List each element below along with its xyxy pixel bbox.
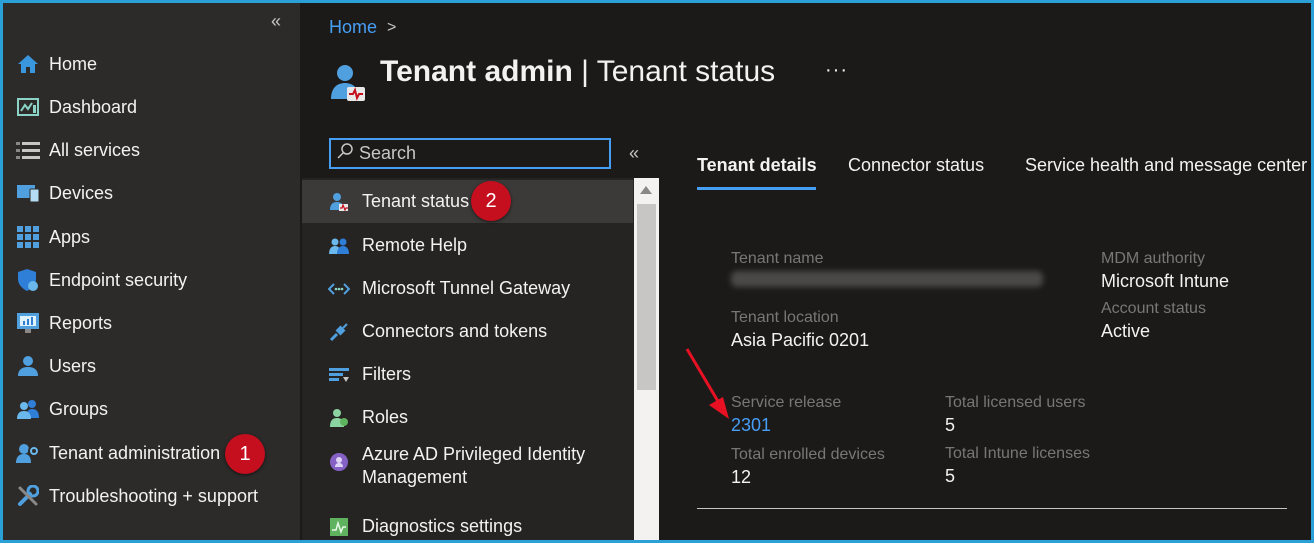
tunnel-icon: [328, 278, 350, 300]
menu-item-label: Tenant status: [362, 191, 470, 211]
pim-icon: [328, 451, 350, 473]
tenant-location-label: Tenant location: [731, 309, 839, 326]
page-title-sub: | Tenant status: [572, 55, 776, 88]
list-icon: [15, 138, 41, 162]
page-title: Tenant admin | Tenant status: [380, 55, 775, 89]
tenant-name-label: Tenant name: [731, 250, 824, 267]
menu-item-label: Azure AD Privileged Identity Management: [362, 444, 586, 487]
tab-service-health[interactable]: Service health and message center: [1025, 155, 1307, 176]
home-icon: [15, 52, 41, 76]
dashboard-icon: [15, 95, 41, 119]
search-icon: [337, 143, 353, 164]
app-window: « Home Dashboard All services Devices Ap…: [0, 0, 1314, 543]
chevron-right-icon: >: [387, 18, 397, 36]
tab-tenant-details[interactable]: Tenant details: [697, 155, 817, 176]
more-options-button[interactable]: ···: [825, 59, 848, 82]
tenant-name-redacted: [731, 271, 1043, 287]
filter-icon: [328, 364, 350, 386]
left-nav: « Home Dashboard All services Devices Ap…: [3, 3, 300, 540]
nav-label: Apps: [49, 226, 91, 247]
total-licensed-users-value: 5: [945, 415, 956, 435]
nav-label: Troubleshooting + support: [49, 485, 258, 506]
menu-item-filters[interactable]: Filters: [302, 353, 633, 396]
nav-label: Endpoint security: [49, 269, 188, 290]
section-divider: [697, 508, 1287, 509]
nav-label: Dashboard: [49, 96, 138, 117]
account-status-label: Account status: [1101, 300, 1206, 317]
nav-item-endpoint-security[interactable]: Endpoint security: [15, 261, 295, 299]
nav-item-users[interactable]: Users: [15, 347, 295, 385]
nav-item-devices[interactable]: Devices: [15, 174, 295, 212]
annotation-marker: 2: [471, 181, 511, 221]
total-enrolled-devices-value: 12: [731, 467, 752, 487]
tenant-admin-icon: [15, 441, 41, 465]
tab-connector-status[interactable]: Connector status: [848, 155, 984, 176]
menu-scrollbar[interactable]: [634, 178, 659, 540]
nav-item-home[interactable]: Home: [15, 45, 295, 83]
menu-item-azure-ad-pim[interactable]: Azure AD Privileged Identity Management: [302, 439, 633, 493]
active-tab-indicator: [697, 187, 816, 190]
shield-icon: [15, 268, 41, 292]
wrench-icon: [15, 484, 41, 508]
account-status-value: Active: [1101, 321, 1151, 341]
total-intune-licenses-value: 5: [945, 466, 956, 486]
menu-item-diagnostics-settings[interactable]: Diagnostics settings: [302, 505, 633, 540]
roles-icon: [328, 407, 350, 429]
nav-label: Groups: [49, 398, 109, 419]
breadcrumb: Home >: [329, 17, 396, 38]
tenant-status-icon: [329, 63, 367, 103]
nav-label: Users: [49, 355, 97, 376]
scroll-up-icon[interactable]: [640, 186, 652, 194]
menu-item-remote-help[interactable]: Remote Help: [302, 224, 633, 267]
search-input[interactable]: [359, 143, 589, 164]
pointer-arrow-icon: [685, 348, 729, 419]
collapse-nav-button[interactable]: «: [271, 11, 281, 32]
menu-item-microsoft-tunnel-gateway[interactable]: Microsoft Tunnel Gateway: [302, 267, 633, 310]
nav-item-groups[interactable]: Groups: [15, 390, 295, 428]
apps-grid-icon: [15, 225, 41, 249]
menu-item-roles[interactable]: Roles: [302, 396, 633, 439]
nav-label: Tenant administration: [49, 442, 221, 463]
menu-item-label: Filters: [362, 364, 411, 384]
menu-item-label: Connectors and tokens: [362, 321, 548, 341]
tenant-location-value: Asia Pacific 0201: [731, 330, 870, 350]
nav-item-dashboard[interactable]: Dashboard: [15, 88, 295, 126]
nav-label: Reports: [49, 312, 113, 333]
user-icon: [15, 354, 41, 378]
nav-label: Home: [49, 53, 98, 74]
devices-icon: [15, 181, 41, 205]
breadcrumb-home-link[interactable]: Home: [329, 17, 377, 38]
groups-icon: [15, 397, 41, 421]
reports-icon: [15, 311, 41, 335]
search-box: [329, 138, 611, 169]
nav-item-troubleshooting[interactable]: Troubleshooting + support: [15, 477, 295, 515]
connector-icon: [328, 321, 350, 343]
diagnostics-icon: [328, 516, 350, 538]
nav-label: All services: [49, 139, 141, 160]
total-enrolled-devices-label: Total enrolled devices: [731, 446, 885, 463]
annotation-marker: 1: [225, 434, 265, 474]
scrollbar-thumb[interactable]: [637, 204, 656, 390]
menu-item-label: Remote Help: [362, 235, 468, 255]
nav-label: Devices: [49, 182, 114, 203]
menu-item-label: Roles: [362, 407, 409, 427]
collapse-menu-button[interactable]: «: [629, 143, 639, 164]
page-title-main: Tenant admin: [380, 55, 573, 88]
tenant-status-icon: [328, 191, 350, 213]
menu-item-label: Microsoft Tunnel Gateway: [362, 278, 571, 298]
mdm-authority-label: MDM authority: [1101, 250, 1206, 267]
nav-item-reports[interactable]: Reports: [15, 304, 295, 342]
total-intune-licenses-label: Total Intune licenses: [945, 445, 1090, 462]
service-release-label: Service release: [731, 394, 842, 411]
menu-item-tenant-status[interactable]: Tenant status: [302, 180, 633, 223]
menu-item-connectors-and-tokens[interactable]: Connectors and tokens: [302, 310, 633, 353]
menu-item-label: Diagnostics settings: [362, 516, 523, 536]
remote-help-icon: [328, 235, 350, 257]
mdm-authority-value: Microsoft Intune: [1101, 271, 1230, 291]
nav-item-apps[interactable]: Apps: [15, 218, 295, 256]
nav-item-all-services[interactable]: All services: [15, 131, 295, 169]
total-licensed-users-label: Total licensed users: [945, 394, 1086, 411]
